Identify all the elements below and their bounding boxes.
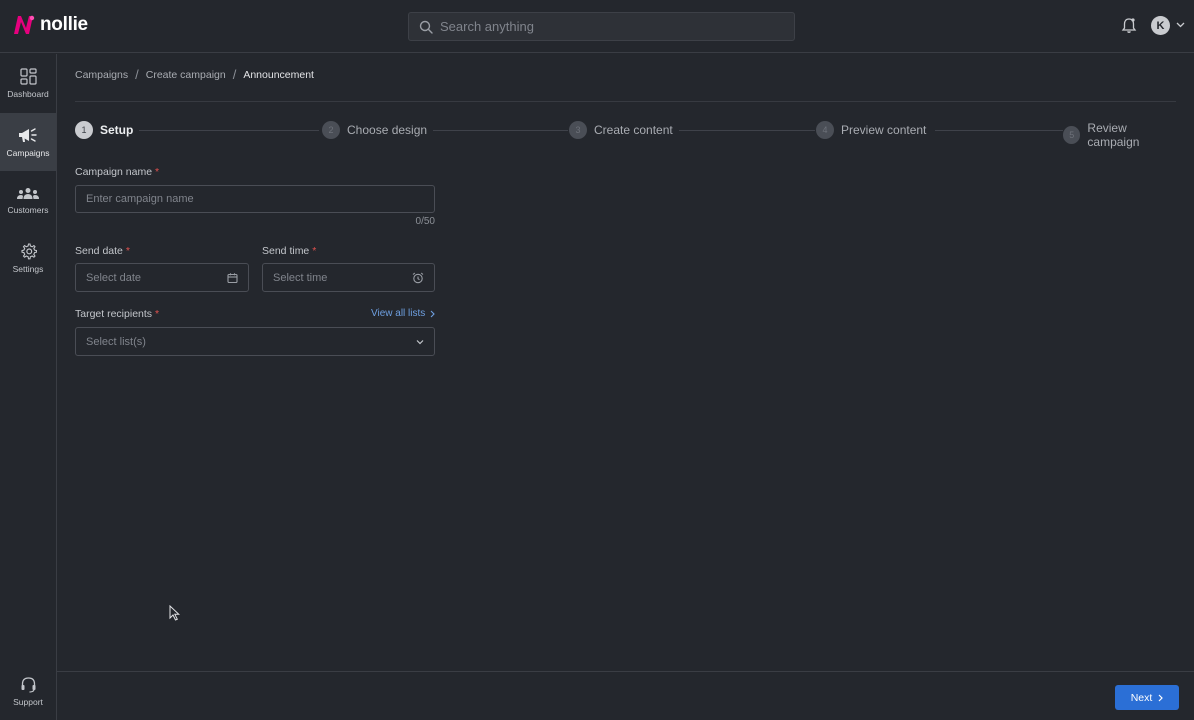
mouse-cursor-icon <box>169 605 180 621</box>
character-counter: 0/50 <box>415 216 435 227</box>
step-connector <box>139 130 319 131</box>
footer-divider <box>57 671 1194 672</box>
breadcrumb-separator: / <box>135 67 139 82</box>
search-input[interactable] <box>440 19 770 34</box>
nollie-logo[interactable]: nollie <box>12 14 88 36</box>
sidebar-item-settings[interactable]: Settings <box>0 229 56 287</box>
user-avatar[interactable]: K <box>1151 16 1170 35</box>
step-connector <box>935 130 1063 131</box>
calendar-icon[interactable] <box>227 272 238 283</box>
send-time-label-text: Send time <box>262 245 310 257</box>
megaphone-icon <box>19 128 37 142</box>
sidebar-item-label: Campaigns <box>6 148 50 158</box>
brand-name: nollie <box>40 14 88 35</box>
send-time-placeholder: Select time <box>273 271 328 284</box>
sidebar-item-customers[interactable]: Customers <box>0 172 56 230</box>
target-recipients-select[interactable]: Select list(s) <box>75 327 435 356</box>
step-preview-content[interactable]: 4 Preview content <box>816 121 926 139</box>
required-mark: * <box>154 166 160 178</box>
view-all-lists-text: View all lists <box>371 308 426 319</box>
nollie-logo-icon <box>14 15 35 34</box>
required-mark: * <box>154 308 160 320</box>
chevron-down-icon[interactable] <box>1176 22 1185 28</box>
gear-icon <box>20 242 37 259</box>
step-connector <box>433 130 568 131</box>
step-create-content[interactable]: 3 Create content <box>569 121 673 139</box>
send-date-label-text: Send date <box>75 245 123 257</box>
breadcrumb-current: Announcement <box>243 68 314 81</box>
campaign-name-label: Campaign name * <box>75 166 159 178</box>
campaign-name-field[interactable] <box>75 185 435 213</box>
sidebar-item-dashboard[interactable]: Dashboard <box>0 54 56 112</box>
next-button[interactable]: Next <box>1115 685 1179 710</box>
campaign-name-label-text: Campaign name <box>75 166 153 178</box>
step-number: 2 <box>322 121 340 139</box>
sidebar-item-campaigns[interactable]: Campaigns <box>0 113 56 171</box>
step-label: Choose design <box>347 123 428 137</box>
step-number: 1 <box>75 121 93 139</box>
step-choose-design[interactable]: 2 Choose design <box>322 121 427 139</box>
top-bar: nollie K <box>0 0 1194 53</box>
breadcrumb: Campaigns / Create campaign / Announceme… <box>75 67 314 82</box>
sidebar-item-label: Dashboard <box>7 88 49 99</box>
divider <box>75 101 1176 102</box>
target-recipients-label: Target recipients * <box>75 308 159 320</box>
customers-icon <box>17 188 39 199</box>
dashboard-icon <box>19 67 37 85</box>
alarm-clock-icon[interactable] <box>412 272 424 284</box>
step-number: 5 <box>1063 126 1081 144</box>
next-button-label: Next <box>1130 691 1153 704</box>
required-mark: * <box>125 245 130 257</box>
chevron-right-icon <box>430 310 436 317</box>
breadcrumb-link-campaigns[interactable]: Campaigns <box>75 69 128 81</box>
global-search[interactable] <box>408 12 795 41</box>
step-setup[interactable]: 1 Setup <box>75 121 133 139</box>
step-number: 4 <box>816 121 834 139</box>
search-icon <box>419 20 433 34</box>
step-number: 3 <box>569 121 587 139</box>
required-mark: * <box>312 245 317 257</box>
sidebar-item-label: Support <box>13 696 43 707</box>
send-time-label: Send time * <box>262 245 316 257</box>
sidebar-item-label: Customers <box>7 205 49 215</box>
send-date-placeholder: Select date <box>86 271 142 284</box>
step-label: Create content <box>594 123 673 137</box>
send-date-picker[interactable]: Select date <box>75 263 249 292</box>
campaign-name-input[interactable] <box>86 193 434 205</box>
breadcrumb-separator: / <box>232 67 237 82</box>
campaign-stepper: 1 Setup 2 Choose design 3 Create content… <box>75 121 1179 149</box>
view-all-lists-link[interactable]: View all lists <box>371 308 436 319</box>
step-label: Setup <box>100 123 134 137</box>
target-recipients-placeholder: Select list(s) <box>86 335 146 348</box>
sidebar: Dashboard Campaigns Customers Settings S… <box>0 54 57 720</box>
chevron-down-icon <box>416 339 424 344</box>
sidebar-item-label: Settings <box>12 263 44 274</box>
headset-icon <box>21 676 35 693</box>
step-connector <box>679 130 815 131</box>
step-label: Review campaign <box>1087 121 1140 149</box>
send-time-picker[interactable]: Select time <box>262 263 435 292</box>
step-label: Preview content <box>841 123 927 137</box>
chevron-right-icon <box>1158 694 1164 701</box>
target-recipients-label-text: Target recipients <box>75 308 153 320</box>
breadcrumb-link-create-campaign[interactable]: Create campaign <box>146 69 226 81</box>
step-review-campaign[interactable]: 5 Review campaign <box>1063 121 1179 149</box>
send-date-label: Send date * <box>75 245 130 257</box>
notification-bell-icon[interactable] <box>1121 17 1137 34</box>
sidebar-item-support[interactable]: Support <box>0 662 56 720</box>
